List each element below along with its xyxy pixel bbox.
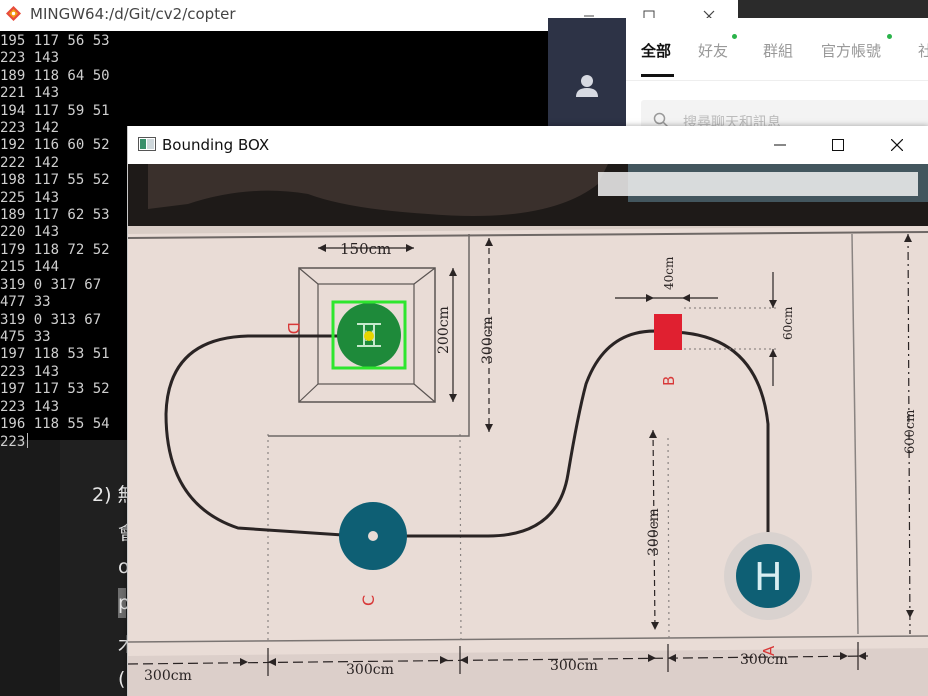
terminal-title: MINGW64:/d/Git/cv2/copter: [30, 5, 236, 23]
dim-300-mid: 300cm: [646, 508, 662, 556]
chat-tab[interactable]: 全部: [641, 40, 671, 61]
map-paper: [128, 226, 928, 696]
bottom-dim-label: 300cm: [346, 662, 394, 678]
doc-line: (: [118, 668, 126, 690]
pad-c-center: [368, 531, 378, 541]
terminal-line-text: 223: [0, 434, 26, 451]
label-c: C: [359, 595, 378, 606]
label-d: D: [284, 322, 303, 334]
detection-center-dot: [364, 331, 374, 341]
dim-300-vertical: 300cm: [480, 316, 496, 364]
screen-glare: [598, 172, 918, 196]
active-tab-underline: [641, 74, 674, 77]
cv-minimize-button[interactable]: [751, 126, 809, 164]
bounding-box-window[interactable]: Bounding BOX D 150cm 200cm 300cm B 40cm …: [127, 126, 928, 696]
git-diamond-icon: [5, 5, 22, 22]
dim-150: 150cm: [340, 240, 391, 258]
background-panel: [0, 440, 60, 696]
helipad-letter: H: [754, 555, 783, 599]
minimize-icon: [774, 144, 786, 146]
terminal-cursor: [27, 433, 29, 449]
user-avatar-icon[interactable]: [572, 71, 602, 101]
dim-200: 200cm: [436, 306, 452, 354]
chat-tab[interactable]: 官方帳號: [821, 40, 881, 61]
chat-tabs: 全部 好友 群組 官方帳號 社: [626, 18, 928, 81]
cv-close-button[interactable]: [868, 126, 926, 164]
close-icon: [891, 139, 903, 151]
cv-maximize-button[interactable]: [809, 126, 867, 164]
unread-dot: [887, 34, 892, 39]
bottom-dim-label: 300cm: [740, 652, 788, 668]
maximize-icon: [832, 139, 844, 151]
unread-dot: [732, 34, 737, 39]
marker-b: [654, 314, 682, 350]
cv-window-title: Bounding BOX: [162, 136, 270, 154]
label-b: B: [660, 376, 678, 386]
dim-600: 600cm: [903, 410, 918, 454]
chat-tab[interactable]: 好友: [698, 40, 728, 61]
dim-60: 60cm: [781, 306, 795, 340]
cv-titlebar[interactable]: Bounding BOX: [128, 126, 928, 164]
window-app-icon: [138, 137, 156, 151]
bottom-dim-label: 300cm: [550, 658, 598, 674]
camera-frame: H D 150cm 200cm 300cm B 40cm 60cm: [128, 164, 928, 696]
map-paper-shade: [128, 648, 928, 696]
chat-tab[interactable]: 社: [918, 40, 928, 61]
dim-40: 40cm: [662, 256, 676, 290]
bottom-dim-label: 300cm: [144, 668, 192, 684]
chat-tab[interactable]: 群組: [763, 40, 793, 61]
